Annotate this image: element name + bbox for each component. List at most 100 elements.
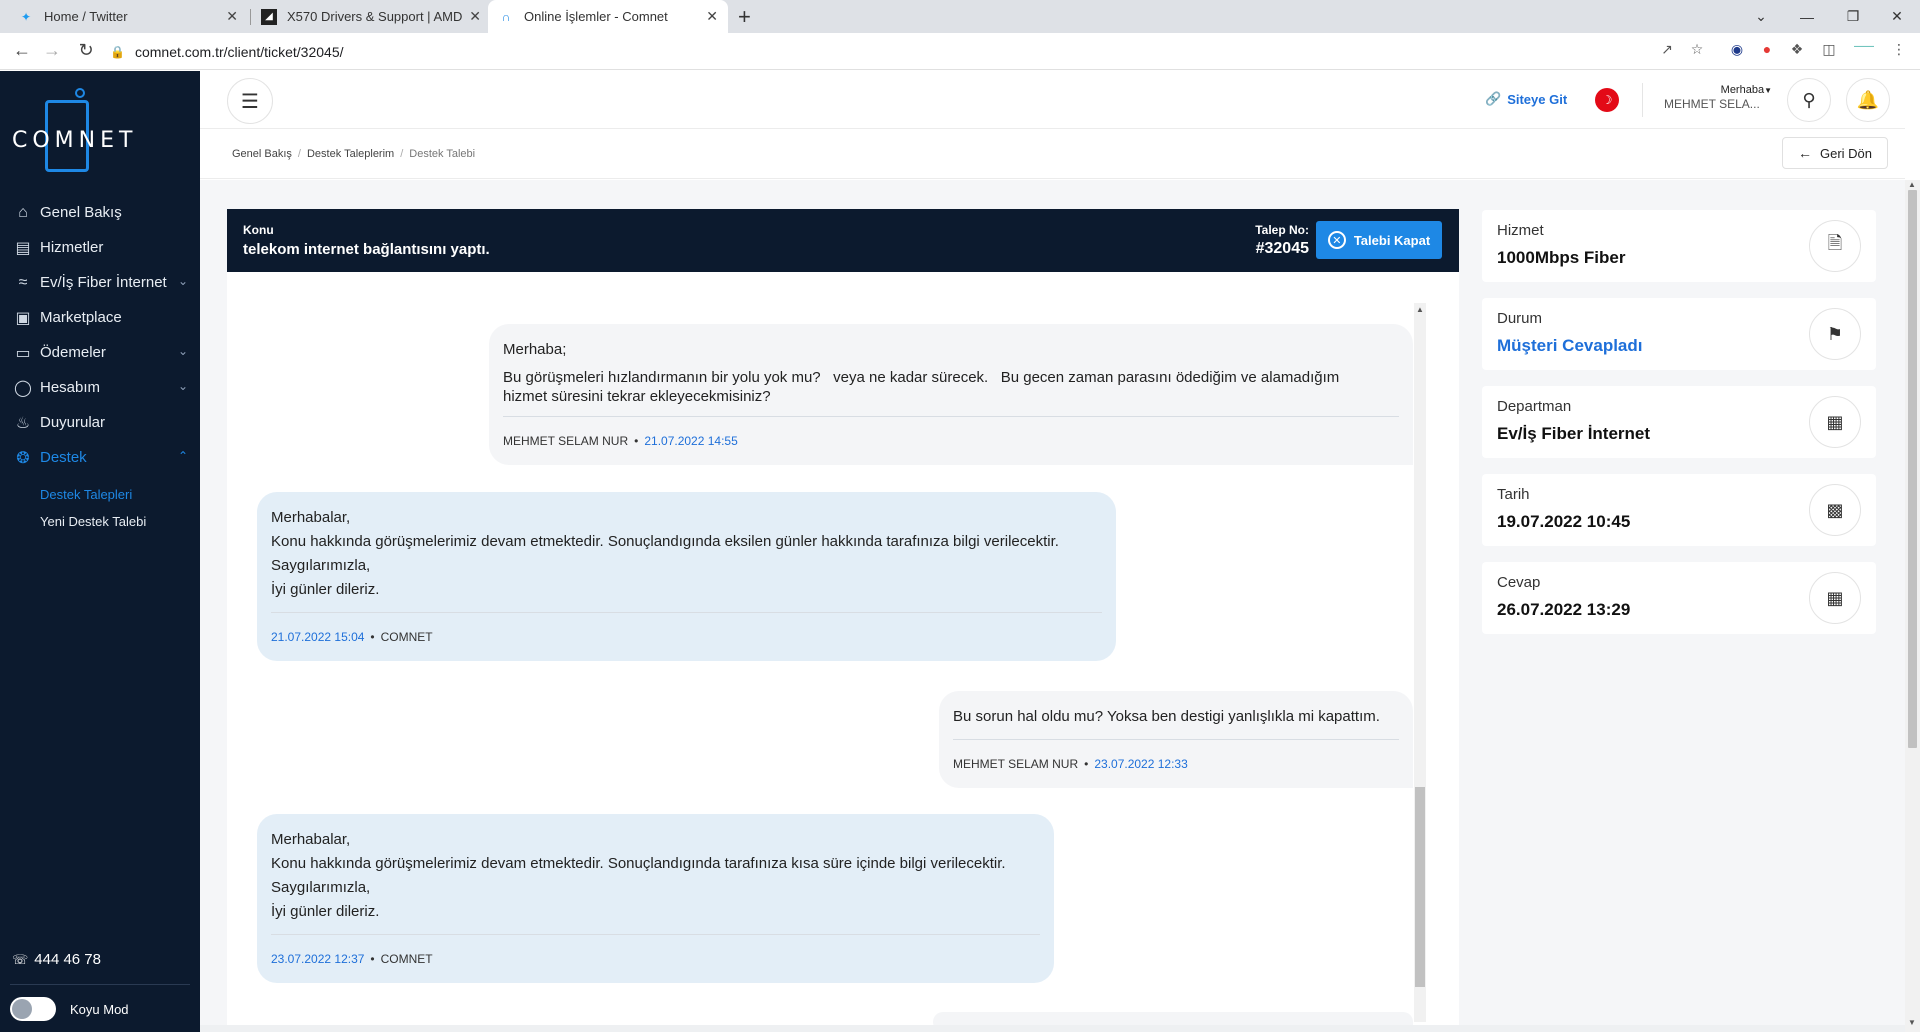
sidebar-item-label: Duyurular xyxy=(40,414,106,431)
search-button[interactable]: ⚲ xyxy=(1787,78,1831,122)
scrollbar-thumb[interactable] xyxy=(1908,190,1917,748)
card-label: Departman xyxy=(1497,398,1572,415)
new-tab-button[interactable]: + xyxy=(738,4,751,30)
breadcrumb-item[interactable]: Genel Bakış xyxy=(232,148,292,160)
site-link[interactable]: 🔗 Siteye Git xyxy=(1485,91,1567,107)
breadcrumb-item[interactable]: Destek Taleplerim xyxy=(307,148,394,160)
message-line: Konu hakkında görüşmelerimiz devam etmek… xyxy=(271,533,1059,550)
arrow-left-icon: ← xyxy=(1797,145,1812,161)
sidebar-item-hizmetler[interactable]: ▤ Hizmetler xyxy=(0,230,200,265)
sidebar-item-odemeler[interactable]: ▭ Ödemeler ⌄ xyxy=(0,335,200,370)
scroll-up-icon[interactable]: ▲ xyxy=(1908,180,1916,189)
message-meta: MEHMET SELAM NUR • 21.07.2022 14:55 xyxy=(503,416,1399,453)
browser-address-bar: ← → ↻ 🔒 comnet.com.tr/client/ticket/3204… xyxy=(0,33,1920,70)
sidebar: COMNET ⌂ Genel Bakış ▤ Hizmetler ≈ Ev/İş… xyxy=(0,71,200,1032)
tab-search-icon[interactable]: ⌄ xyxy=(1738,0,1784,33)
sidebar-menu: ⌂ Genel Bakış ▤ Hizmetler ≈ Ev/İş Fiber … xyxy=(0,195,200,535)
twitter-icon: ✦ xyxy=(20,9,32,24)
message-line: İyi günler dileriz. xyxy=(271,581,380,598)
close-tab-icon[interactable]: ✕ xyxy=(469,8,481,25)
extension-icon[interactable]: ● xyxy=(1756,41,1778,63)
menu-toggle-button[interactable]: ☰ xyxy=(227,78,273,124)
sidebar-item-label: Hizmetler xyxy=(40,239,104,256)
browser-tab-comnet[interactable]: ∩ Online İşlemler - Comnet ✕ xyxy=(488,0,728,33)
minimize-icon[interactable]: — xyxy=(1784,0,1830,33)
logo-dot xyxy=(75,88,85,98)
extensions-puzzle-icon[interactable]: ❖ xyxy=(1786,41,1808,63)
message-date: 21.07.2022 15:04 xyxy=(271,630,365,644)
site-link-label: Siteye Git xyxy=(1507,91,1568,107)
comnet-logo[interactable]: COMNET xyxy=(12,86,132,178)
dark-mode-label: Koyu Mod xyxy=(70,1001,129,1017)
close-ticket-label: Talebi Kapat xyxy=(1353,232,1431,248)
meta-separator: • xyxy=(1084,757,1089,771)
close-circle-icon: ✕ xyxy=(1327,231,1346,249)
message-line: Saygılarımızla, xyxy=(271,557,371,574)
share-icon[interactable]: ↗ xyxy=(1656,41,1678,63)
close-tab-icon[interactable]: ✕ xyxy=(706,8,718,25)
horizontal-scrollbar[interactable] xyxy=(200,1025,1905,1032)
back-button[interactable]: ← Geri Dön xyxy=(1782,137,1888,169)
browser-tab-amd[interactable]: ◢ X570 Drivers & Support | AMD ✕ xyxy=(251,0,491,33)
close-ticket-button[interactable]: ✕ Talebi Kapat xyxy=(1316,221,1442,259)
message-staff: Merhabalar, Konu hakkında görüşmelerimiz… xyxy=(257,492,1116,661)
message-line: Merhabalar, xyxy=(271,509,351,526)
url-field[interactable]: 🔒 comnet.com.tr/client/ticket/32045/ xyxy=(110,39,1670,65)
toggle-knob xyxy=(12,999,32,1019)
sidebar-item-duyurular[interactable]: ♨ Duyurular xyxy=(0,405,200,440)
message-meta: 21.07.2022 15:04 • COMNET xyxy=(271,612,1102,649)
message-line: Saygılarımızla, xyxy=(271,879,371,896)
scroll-down-icon[interactable]: ▼ xyxy=(1908,1018,1916,1027)
reload-icon[interactable]: ↻ xyxy=(74,40,98,61)
message-line: hizmet süresini tekrar ekleyecekmisiniz? xyxy=(503,388,771,405)
message-date: 21.07.2022 14:55 xyxy=(644,434,738,448)
close-tab-icon[interactable]: ✕ xyxy=(226,8,238,25)
forward-icon[interactable]: → xyxy=(40,40,64,61)
message-line: Merhabalar, xyxy=(271,831,351,848)
info-card-cevap: Cevap 26.07.2022 13:29 ▦ xyxy=(1482,562,1876,634)
hamburger-icon: ☰ xyxy=(241,90,259,113)
document-icon: 🗎 xyxy=(1809,220,1861,272)
sidebar-subitem-destek-talepleri[interactable]: Destek Talepleri xyxy=(0,481,200,508)
headset-icon: ☏ xyxy=(12,951,29,967)
message-line: İyi günler dileriz. xyxy=(271,903,380,920)
sidebar-item-genel-bakis[interactable]: ⌂ Genel Bakış xyxy=(0,195,200,230)
message-meta: MEHMET SELAM NUR • 23.07.2022 12:33 xyxy=(953,739,1399,776)
scroll-up-icon[interactable]: ▲ xyxy=(1416,305,1424,314)
profile-icon[interactable]: —— xyxy=(1850,41,1878,63)
ticket-number-label: Talep No: xyxy=(1255,223,1309,237)
messages-scrollbar[interactable]: ▲ xyxy=(1414,303,1426,1022)
close-window-icon[interactable]: ✕ xyxy=(1874,0,1920,33)
side-panel-icon[interactable]: ◫ xyxy=(1818,41,1840,63)
message-author: MEHMET SELAM NUR xyxy=(503,434,629,448)
user-menu[interactable]: Merhaba▼ MEHMET SELA... xyxy=(1662,84,1772,111)
turkish-flag-icon[interactable]: ☽ xyxy=(1595,88,1619,112)
scrollbar-thumb[interactable] xyxy=(1415,787,1425,987)
browser-tab-twitter[interactable]: ✦ Home / Twitter ✕ xyxy=(8,0,248,33)
browser-menu-icon[interactable]: ⋮ xyxy=(1888,41,1910,63)
support-phone[interactable]: ☏ 444 46 78 xyxy=(12,951,101,968)
message-user: Bu sorun hal oldu mu? Yoksa ben destigi … xyxy=(939,691,1413,788)
sidebar-item-marketplace[interactable]: ▣ Marketplace xyxy=(0,300,200,335)
sidebar-item-hesabim[interactable]: ◯ Hesabım ⌄ xyxy=(0,370,200,405)
sidebar-item-label: Ev/İş Fiber İnternet xyxy=(40,274,167,291)
caret-down-icon: ▼ xyxy=(1764,86,1772,95)
extension-icon[interactable]: ◉ xyxy=(1726,41,1748,63)
home-icon: ⌂ xyxy=(18,203,28,221)
page-scrollbar[interactable]: ▲ ▼ xyxy=(1905,180,1920,1032)
bookmark-star-icon[interactable]: ☆ xyxy=(1686,41,1708,63)
chevron-up-icon: ⌃ xyxy=(177,449,188,463)
sidebar-subitem-yeni-destek-talebi[interactable]: Yeni Destek Talebi xyxy=(0,508,200,535)
sidebar-item-destek[interactable]: ❂ Destek ⌃ xyxy=(0,440,200,475)
message-line: Bu sorun hal oldu mu? Yoksa ben destigi … xyxy=(953,708,1380,725)
meta-separator: • xyxy=(370,630,375,644)
notifications-button[interactable]: 🔔 xyxy=(1846,78,1890,122)
breadcrumb-separator: / xyxy=(297,148,301,160)
sidebar-item-fiber-internet[interactable]: ≈ Ev/İş Fiber İnternet ⌄ xyxy=(0,265,200,300)
restore-icon[interactable]: ❐ xyxy=(1830,0,1876,33)
header-divider xyxy=(1642,83,1643,117)
back-icon[interactable]: ← xyxy=(10,40,34,61)
dark-mode-toggle[interactable] xyxy=(10,997,56,1021)
chevron-down-icon: ⌄ xyxy=(177,379,188,393)
sidebar-item-label: Destek xyxy=(40,449,87,466)
